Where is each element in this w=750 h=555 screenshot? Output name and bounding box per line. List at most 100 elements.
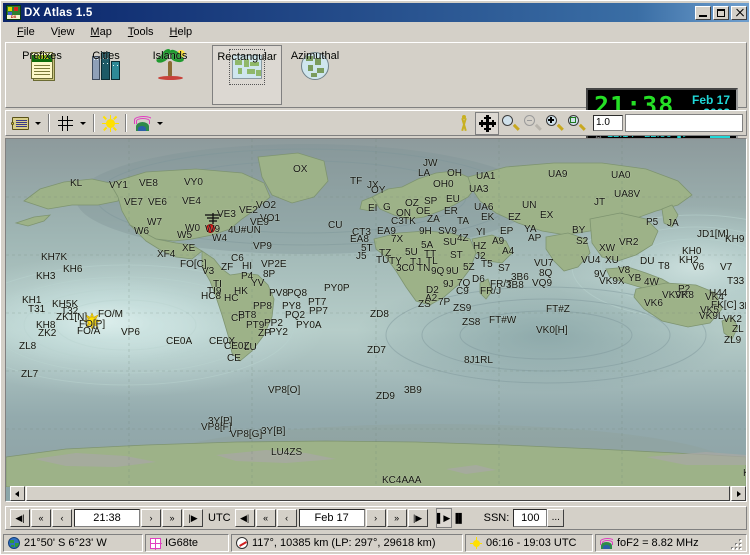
zoom-level-input[interactable]: 1.0 — [593, 115, 623, 131]
map-labels-dropdown[interactable] — [31, 113, 44, 134]
map-prefix-label: 8J1RL — [464, 355, 493, 366]
map-prefix-label: JT — [594, 197, 606, 208]
date-prev-fast-button[interactable]: « — [255, 509, 276, 527]
map-prefix-label: OY — [371, 185, 386, 196]
pause-button[interactable]: ▐▌ — [451, 509, 466, 527]
map-horizontal-scrollbar[interactable] — [10, 486, 746, 501]
map-prefix-label: 4W — [644, 277, 659, 288]
time-prev-fast-button[interactable]: « — [31, 509, 51, 527]
chevron-down-icon — [156, 121, 163, 125]
zoom-in-button[interactable] — [543, 113, 565, 134]
date-prev-button[interactable]: ‹ — [276, 509, 297, 527]
date-next-button[interactable]: › — [365, 509, 386, 527]
map-prefix-label: UA0 — [611, 170, 631, 181]
time-prev-button[interactable]: ‹ — [52, 509, 72, 527]
scroll-right-button[interactable] — [731, 486, 746, 501]
date-readout[interactable]: Feb 17 — [298, 509, 365, 527]
map-prefix-label: JA — [667, 218, 679, 229]
map-prefix-label: T31 — [28, 304, 46, 315]
date-last-button[interactable]: |▶ — [407, 509, 428, 527]
compass-divider-button[interactable] — [453, 113, 475, 134]
islands-button[interactable]: Islands — [138, 45, 202, 105]
rectangular-projection-button[interactable]: Rectangular — [212, 45, 282, 105]
zoom-out-button[interactable] — [521, 113, 543, 134]
status-bearing-text: 117°, 10385 km (LP: 297°, 29618 km) — [252, 537, 436, 549]
menu-item-file[interactable]: File — [9, 24, 43, 40]
map-prefix-label: ZS9 — [453, 303, 472, 314]
scroll-left-button[interactable] — [10, 486, 25, 501]
map-prefix-label: VK6 — [644, 298, 663, 309]
map-prefix-label: UN — [522, 200, 537, 211]
pan-tool-icon — [478, 114, 496, 132]
propagation-icon — [133, 115, 151, 131]
grid-dropdown[interactable] — [76, 113, 89, 134]
map-prefix-label: 4U#UN — [228, 225, 261, 236]
time-next-fast-button[interactable]: » — [162, 509, 182, 527]
zoom-fit-button[interactable] — [565, 113, 587, 134]
propagation-button[interactable] — [131, 113, 153, 134]
map-prefix-label: CE0A — [166, 336, 193, 347]
map-prefix-label: ZD7 — [367, 345, 386, 356]
time-readout[interactable]: 21:38 — [74, 509, 140, 527]
sun-terminator-button[interactable] — [99, 113, 121, 134]
date-next-fast-button[interactable]: » — [386, 509, 407, 527]
map-prefix-label: KH6 — [63, 264, 83, 275]
menu-item-map[interactable]: Map — [82, 24, 119, 40]
maximize-button[interactable] — [713, 5, 729, 20]
time-last-button[interactable]: |▶ — [183, 509, 203, 527]
map-prefix-label: W4 — [212, 233, 227, 244]
pan-tool-button[interactable] — [475, 111, 499, 135]
map-prefix-label: T33 — [727, 276, 745, 287]
map-prefix-label: VK5 — [700, 305, 719, 316]
islands-label: Islands — [152, 50, 188, 62]
map-prefix-label: OX — [293, 164, 308, 175]
map-prefix-label: VP9 — [253, 241, 272, 252]
map-prefix-label: EU — [446, 194, 460, 205]
chevron-down-icon — [79, 121, 86, 125]
date-first-button[interactable]: ◀| — [234, 509, 255, 527]
map-prefix-label: T32 — [61, 306, 79, 317]
map-prefix-label: 3B9 — [404, 385, 422, 396]
ssn-more-button[interactable]: ... — [547, 509, 565, 527]
zoom-select-button[interactable] — [499, 113, 521, 134]
map-prefix-label: XF4 — [157, 249, 176, 260]
time-next-button[interactable]: › — [141, 509, 161, 527]
time-first-button[interactable]: ◀| — [10, 509, 30, 527]
menu-item-help[interactable]: Help — [162, 24, 201, 40]
cities-button[interactable]: Cities — [74, 45, 138, 105]
grid-button[interactable] — [54, 113, 76, 134]
propagation-dropdown[interactable] — [153, 113, 166, 134]
map-prefix-label: UA1 — [476, 171, 496, 182]
triangle-left-icon — [15, 491, 19, 497]
ssn-input[interactable]: 100 — [513, 509, 548, 527]
map-prefix-label: VE8 — [139, 178, 158, 189]
menu-item-view[interactable]: VView — [43, 24, 83, 40]
map-prefix-label: 3Y[B] — [261, 426, 286, 437]
map-prefix-label: HC8 — [201, 291, 222, 302]
map-prefix-label: W7 — [147, 217, 162, 228]
close-button[interactable] — [731, 5, 747, 20]
prefixes-button[interactable]: DXCC Prefixes — [10, 45, 74, 105]
map-prefix-label: VK9X — [599, 276, 625, 287]
azimuthal-projection-button[interactable]: Azimuthal — [282, 45, 348, 105]
map-prefix-label: VK2 — [723, 314, 742, 325]
map-prefix-label: VY1 — [109, 180, 128, 191]
map-prefix-label: CU — [328, 220, 343, 231]
world-map[interactable]: KL VY1 VE8 VY0 VE7 VE6 VE4 VE3 VE2 VO2 VO1 VE9 W0 W9 4… — [6, 139, 746, 487]
menu-item-tools[interactable]: Tools — [120, 24, 162, 40]
resize-grip[interactable] — [728, 536, 742, 550]
cities-label: Cities — [92, 50, 120, 62]
map-prefix-label: VR2 — [619, 237, 639, 248]
map-prefix-label: VQ9 — [532, 278, 553, 289]
menu-view-rest: iew — [57, 25, 75, 38]
map-prefix-label: 9H — [419, 226, 432, 237]
map-prefix-label: ZS8 — [462, 317, 481, 328]
scrollbar-thumb[interactable] — [26, 486, 730, 501]
minimize-button[interactable] — [695, 5, 711, 20]
map-labels-button[interactable] — [9, 113, 31, 134]
play-button[interactable]: ▌▶ — [435, 508, 452, 528]
search-input[interactable] — [625, 114, 743, 132]
map-prefix-label: 9Q — [431, 266, 445, 277]
map-prefix-label: SU — [443, 237, 457, 248]
map-viewport[interactable]: KL VY1 VE8 VY0 VE7 VE6 VE4 VE3 VE2 VO2 VO1 VE9 W0 W9 4… — [5, 138, 747, 502]
